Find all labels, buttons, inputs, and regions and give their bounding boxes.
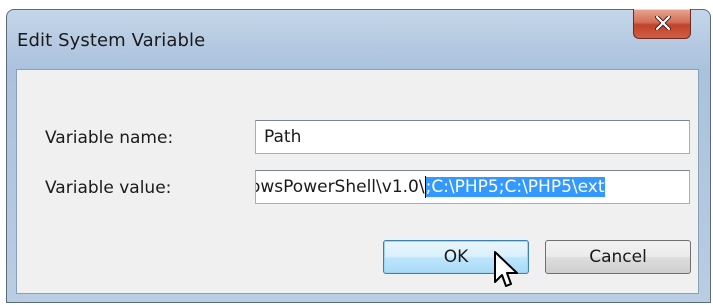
variable-name-input[interactable]: Path — [255, 120, 690, 154]
mouse-pointer-icon — [494, 251, 518, 287]
dialog-client-area: Variable name: Path Variable value: owsP… — [16, 69, 699, 294]
edit-system-variable-dialog: Edit System Variable Variable name: Path… — [6, 9, 711, 303]
close-icon — [655, 16, 671, 30]
variable-name-label: Variable name: — [45, 128, 174, 148]
variable-value-text: owsPowerShell\v1.0\;C:\PHP5;C:\PHP5\ext — [255, 176, 605, 198]
variable-name-text: Path — [264, 127, 302, 147]
close-button[interactable] — [633, 9, 691, 39]
cancel-button[interactable]: Cancel — [545, 240, 691, 274]
variable-value-selection: ;C:\PHP5;C:\PHP5\ext — [425, 177, 605, 197]
title-bar[interactable]: Edit System Variable — [7, 9, 710, 68]
dialog-title: Edit System Variable — [17, 30, 206, 51]
variable-value-input[interactable]: owsPowerShell\v1.0\;C:\PHP5;C:\PHP5\ext — [255, 170, 690, 204]
variable-value-unselected: owsPowerShell\v1.0\ — [255, 177, 425, 197]
variable-value-label: Variable value: — [45, 178, 172, 198]
